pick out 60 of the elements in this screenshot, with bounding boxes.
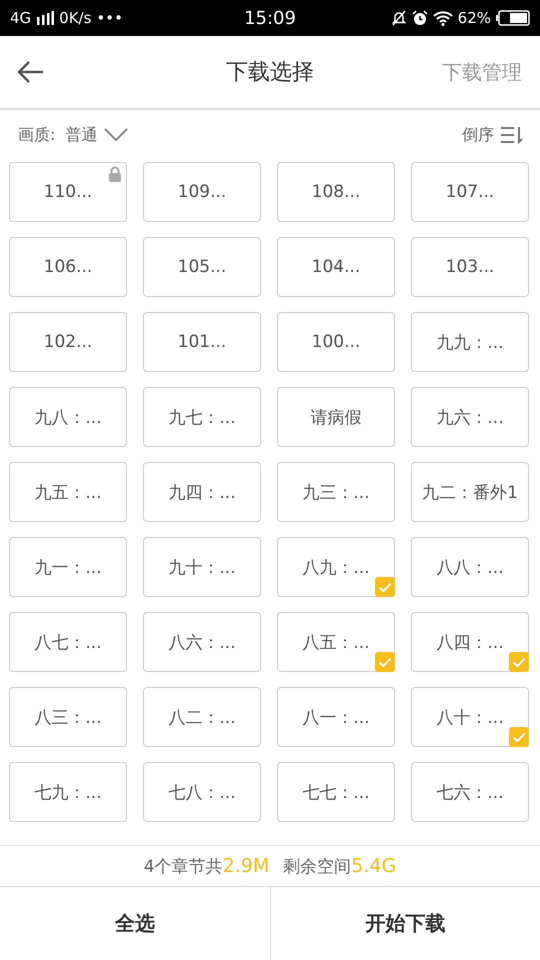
checkmark-icon xyxy=(509,652,529,672)
chapter-item[interactable]: 103... xyxy=(411,237,529,297)
signal-icon xyxy=(36,11,54,25)
lock-icon xyxy=(108,166,122,182)
chapter-item[interactable]: 七九：... xyxy=(9,762,127,822)
chapter-item[interactable]: 八五：... xyxy=(277,612,395,672)
chapter-item[interactable]: 七七：... xyxy=(277,762,395,822)
chapter-item[interactable]: 105... xyxy=(143,237,261,297)
chapter-item[interactable]: 102... xyxy=(9,312,127,372)
chapter-item[interactable]: 104... xyxy=(277,237,395,297)
chapter-item[interactable]: 101... xyxy=(143,312,261,372)
space-label: 剩余空间 xyxy=(283,856,352,878)
chapter-item[interactable]: 九三：... xyxy=(277,462,395,522)
chevron-down-icon xyxy=(103,127,130,143)
more-indicator: ••• xyxy=(96,9,123,27)
chapter-item[interactable]: 八一：... xyxy=(277,687,395,747)
chapter-item[interactable]: 八八：... xyxy=(411,537,529,597)
battery-percent: 62% xyxy=(458,9,491,27)
chapter-item[interactable]: 九八：... xyxy=(9,387,127,447)
sort-icon xyxy=(500,126,524,144)
chapter-item[interactable]: 八六：... xyxy=(143,612,261,672)
chapter-item[interactable]: 九九：... xyxy=(411,312,529,372)
chapter-item[interactable]: 110... xyxy=(9,162,127,222)
page-title: 下载选择 xyxy=(226,59,314,87)
chapter-item[interactable]: 109... xyxy=(143,162,261,222)
alarm-icon xyxy=(412,10,428,26)
sort-button[interactable]: 倒序 xyxy=(462,124,524,146)
chapter-item[interactable]: 九五：... xyxy=(9,462,127,522)
chapter-item[interactable]: 九一：... xyxy=(9,537,127,597)
chapter-item[interactable]: 100... xyxy=(277,312,395,372)
network-type: 4G xyxy=(10,9,32,27)
wifi-icon xyxy=(432,10,453,26)
chapter-item[interactable]: 七八：... xyxy=(143,762,261,822)
chapter-item[interactable]: 九四：... xyxy=(143,462,261,522)
chapter-item[interactable]: 八二：... xyxy=(143,687,261,747)
chapter-item[interactable]: 八十：... xyxy=(411,687,529,747)
battery-icon xyxy=(496,10,530,26)
chapter-item[interactable]: 八七：... xyxy=(9,612,127,672)
chapter-item[interactable]: 106... xyxy=(9,237,127,297)
download-size: 2.9M xyxy=(222,855,270,877)
network-speed: 0K/s xyxy=(59,9,92,27)
chapter-item[interactable]: 107... xyxy=(411,162,529,222)
chapter-item[interactable]: 108... xyxy=(277,162,395,222)
chapter-item[interactable]: 请病假 xyxy=(277,387,395,447)
checkmark-icon xyxy=(375,652,395,672)
chapter-item[interactable]: 八三：... xyxy=(9,687,127,747)
chapter-item[interactable]: 九十：... xyxy=(143,537,261,597)
chapter-item[interactable]: 九二：番外1 xyxy=(411,462,529,522)
checkmark-icon xyxy=(509,727,529,747)
clock: 15:09 xyxy=(244,8,296,28)
chapter-item[interactable]: 八四：... xyxy=(411,612,529,672)
chapter-item[interactable]: 七六：... xyxy=(411,762,529,822)
chapter-item[interactable]: 八九：... xyxy=(277,537,395,597)
chapter-item[interactable]: 九七：... xyxy=(143,387,261,447)
chapter-count: 4个章节共 xyxy=(144,856,223,878)
checkmark-icon xyxy=(375,577,395,597)
quality-dropdown[interactable]: 画质: 普通 xyxy=(18,124,130,146)
chapter-item[interactable]: 九六：... xyxy=(411,387,529,447)
free-space: 5.4G xyxy=(351,855,396,877)
muted-bell-icon xyxy=(390,10,407,26)
